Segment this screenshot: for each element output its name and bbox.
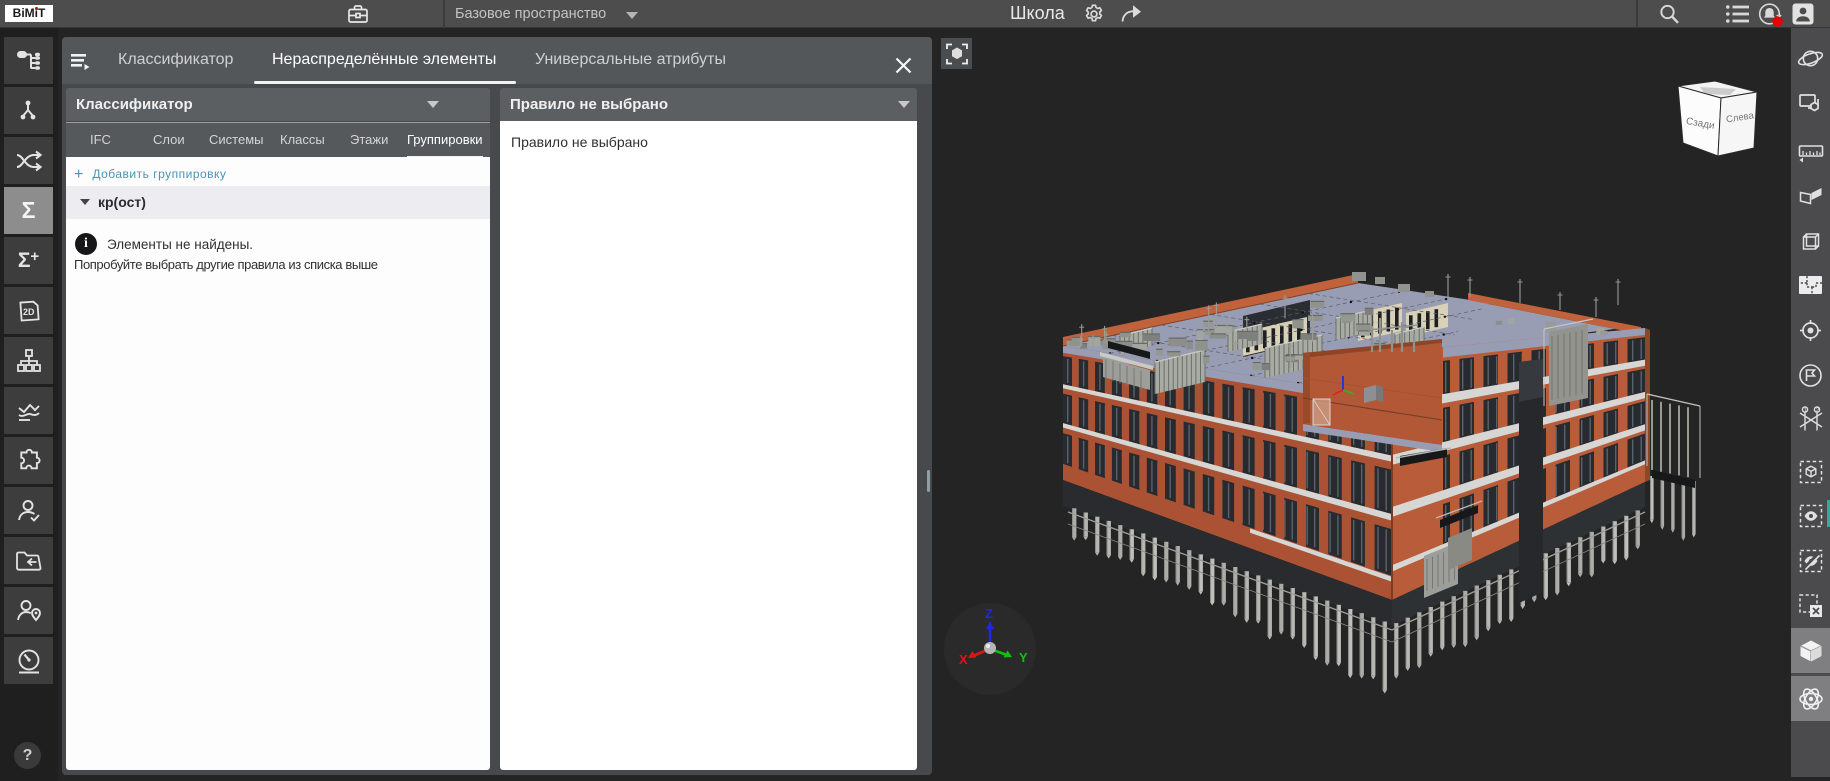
svg-text:1: 1 [1803,407,1807,414]
svg-text:Y: Y [1019,650,1028,665]
svg-text:2: 2 [1815,407,1819,414]
svg-text:Z: Z [985,606,993,621]
svg-text:X: X [959,652,968,667]
svg-text:2D: 2D [23,307,35,317]
